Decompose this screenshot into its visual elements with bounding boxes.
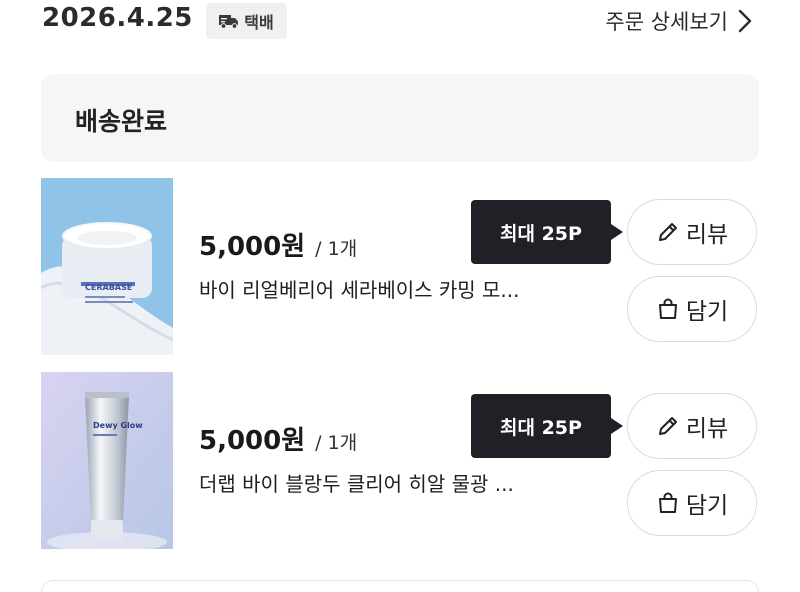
review-button[interactable]: 리뷰	[627, 199, 757, 265]
order-detail-label: 주문 상세보기	[605, 10, 728, 34]
cart-button-label: 담기	[685, 493, 729, 519]
shipping-chip: 택배	[206, 3, 287, 39]
shopping-bag-icon	[658, 492, 677, 513]
delivery-status: 배송완료	[75, 107, 168, 136]
product-label-text: Dewy Glow	[93, 421, 143, 430]
review-points-tooltip: 최대 25P	[471, 394, 623, 458]
next-order-card-edge	[41, 580, 759, 592]
product-label-text: CERABASE	[85, 283, 132, 292]
chevron-right-icon	[738, 9, 752, 33]
product-image[interactable]: CERABASE	[41, 178, 173, 355]
cart-button-label: 담기	[685, 299, 729, 325]
order-detail-link[interactable]: 주문 상세보기	[605, 6, 752, 36]
truck-icon	[219, 15, 239, 29]
add-to-cart-button[interactable]: 담기	[627, 470, 757, 536]
order-item: Dewy Glow 5,000원 / 1개 더랩 바이 블랑두 클리어 히알 물…	[0, 372, 800, 549]
pencil-icon	[658, 223, 677, 241]
product-image[interactable]: Dewy Glow	[41, 372, 173, 549]
add-to-cart-button[interactable]: 담기	[627, 276, 757, 342]
item-name[interactable]: 더랩 바이 블랑두 클리어 히알 물광 ...	[199, 468, 514, 497]
price-line: 5,000원 / 1개	[199, 226, 357, 263]
item-quantity: / 1개	[315, 432, 358, 454]
shipping-label: 택배	[244, 13, 274, 32]
pencil-icon	[658, 417, 677, 435]
review-button[interactable]: 리뷰	[627, 393, 757, 459]
item-name[interactable]: 바이 리얼베리어 세라베이스 카밍 모...	[199, 274, 520, 303]
shopping-bag-icon	[658, 298, 677, 319]
review-button-label: 리뷰	[685, 416, 729, 442]
order-date: 2026.4.25	[42, 3, 193, 33]
item-price: 5,000원	[199, 426, 306, 456]
review-button-label: 리뷰	[685, 222, 729, 248]
item-quantity: / 1개	[315, 238, 358, 260]
price-line: 5,000원 / 1개	[199, 420, 357, 457]
review-points-tooltip: 최대 25P	[471, 200, 623, 264]
order-item: CERABASE 5,000원 / 1개 바이 리얼베리어 세라베이스 카밍 모…	[0, 178, 800, 355]
delivery-status-box: 배송완료	[41, 74, 759, 162]
order-header: 2026.4.25 택배 주문 상세보기	[0, 0, 800, 50]
item-price: 5,000원	[199, 232, 306, 262]
